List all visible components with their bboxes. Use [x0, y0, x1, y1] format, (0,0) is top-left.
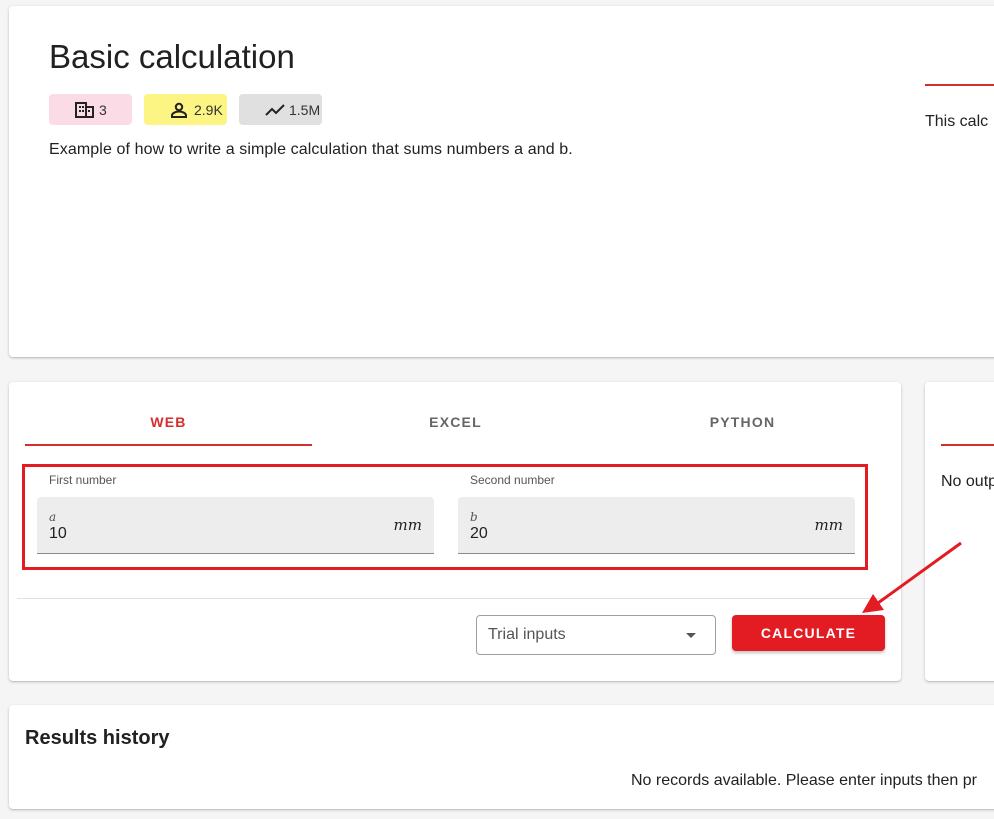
- output-empty-text: No outp: [941, 473, 994, 490]
- trial-inputs-select[interactable]: Trial inputs: [476, 615, 716, 655]
- output-card: No outp: [925, 382, 994, 681]
- views-count: 1.5M: [289, 101, 321, 118]
- output-divider: [941, 444, 994, 446]
- second-number-symbol: b: [470, 510, 478, 524]
- stats-chips: 3 2.9K 1.5M: [49, 94, 322, 125]
- tab-python[interactable]: PYTHON: [599, 402, 886, 446]
- side-panel-text: This calc: [925, 113, 989, 130]
- calculation-description: Example of how to write a simple calcula…: [49, 141, 573, 158]
- first-number-symbol: a: [49, 510, 57, 524]
- calculate-button[interactable]: CALCULATE: [732, 615, 885, 651]
- card-divider: [17, 598, 893, 599]
- trending-icon: [265, 104, 285, 116]
- users-chip: 2.9K: [144, 94, 227, 125]
- first-number-value[interactable]: 10: [49, 525, 67, 543]
- second-number-value[interactable]: 20: [470, 525, 488, 543]
- companies-chip: 3: [49, 94, 132, 125]
- second-number-label: Second number: [470, 473, 555, 487]
- building-icon: [75, 102, 94, 118]
- views-chip: 1.5M: [239, 94, 322, 125]
- results-history-title: Results history: [25, 727, 170, 749]
- calculation-card: WEB EXCEL PYTHON First number a 10 mm Se…: [9, 382, 901, 681]
- section-divider: [925, 84, 994, 86]
- users-count: 2.9K: [194, 101, 223, 118]
- calculation-header-card: Basic calculation 3 2.9K 1.5M Example of…: [9, 6, 994, 357]
- first-number-unit: mm: [393, 516, 422, 534]
- first-number-input[interactable]: a 10 mm: [37, 497, 434, 554]
- second-number-input[interactable]: b 20 mm: [458, 497, 855, 554]
- first-number-label: First number: [49, 473, 117, 487]
- page-title: Basic calculation: [49, 38, 295, 75]
- tab-web[interactable]: WEB: [25, 402, 312, 446]
- results-history-card: Results history No records available. Pl…: [9, 705, 994, 809]
- trial-inputs-label: Trial inputs: [488, 626, 566, 643]
- companies-count: 3: [99, 101, 107, 118]
- results-empty-message: No records available. Please enter input…: [631, 772, 977, 789]
- tab-excel[interactable]: EXCEL: [312, 402, 599, 446]
- dropdown-caret-icon: [686, 633, 696, 638]
- person-icon: [171, 102, 187, 118]
- second-number-unit: mm: [814, 516, 843, 534]
